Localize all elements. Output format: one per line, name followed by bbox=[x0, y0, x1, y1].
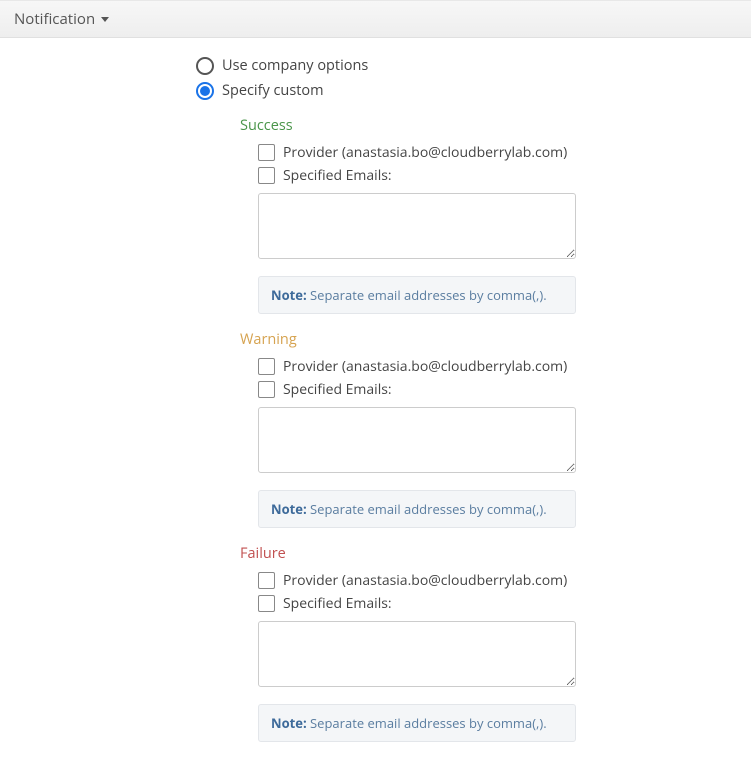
failure-note: Note: Separate email addresses by comma(… bbox=[258, 704, 576, 742]
note-text: Separate email addresses by comma(,). bbox=[310, 500, 547, 518]
checkbox-warning-provider[interactable]: Provider (anastasia.bo@cloudberrylab.com… bbox=[258, 357, 580, 376]
section-success-title: Success bbox=[240, 116, 580, 135]
checkbox-failure-provider-label: Provider (anastasia.bo@cloudberrylab.com… bbox=[283, 571, 567, 590]
checkbox-icon bbox=[258, 167, 275, 184]
section-failure-body: Provider (anastasia.bo@cloudberrylab.com… bbox=[258, 571, 580, 742]
note-label: Note: bbox=[271, 286, 307, 304]
section-warning-body: Provider (anastasia.bo@cloudberrylab.com… bbox=[258, 357, 580, 528]
warning-emails-input[interactable] bbox=[258, 407, 576, 473]
section-failure-title: Failure bbox=[240, 544, 580, 563]
notification-header-title: Notification bbox=[14, 9, 95, 29]
radio-icon bbox=[196, 82, 214, 100]
checkbox-failure-provider[interactable]: Provider (anastasia.bo@cloudberrylab.com… bbox=[258, 571, 580, 590]
checkbox-success-provider-label: Provider (anastasia.bo@cloudberrylab.com… bbox=[283, 143, 567, 162]
checkbox-icon bbox=[258, 595, 275, 612]
checkbox-warning-specified-emails-label: Specified Emails: bbox=[283, 380, 392, 399]
note-text: Separate email addresses by comma(,). bbox=[310, 286, 547, 304]
success-emails-input[interactable] bbox=[258, 193, 576, 259]
note-label: Note: bbox=[271, 500, 307, 518]
checkbox-failure-specified-emails-label: Specified Emails: bbox=[283, 594, 392, 613]
note-text: Separate email addresses by comma(,). bbox=[310, 714, 547, 732]
checkbox-icon bbox=[258, 144, 275, 161]
checkbox-icon bbox=[258, 381, 275, 398]
checkbox-failure-specified-emails[interactable]: Specified Emails: bbox=[258, 594, 580, 613]
note-label: Note: bbox=[271, 714, 307, 732]
checkbox-icon bbox=[258, 358, 275, 375]
warning-note: Note: Separate email addresses by comma(… bbox=[258, 490, 576, 528]
checkbox-warning-specified-emails[interactable]: Specified Emails: bbox=[258, 380, 580, 399]
radio-use-company-options[interactable]: Use company options bbox=[196, 56, 751, 75]
checkbox-success-specified-emails-label: Specified Emails: bbox=[283, 166, 392, 185]
radio-specify-custom[interactable]: Specify custom bbox=[196, 81, 751, 100]
radio-specify-custom-label: Specify custom bbox=[222, 81, 324, 100]
radio-icon bbox=[196, 57, 214, 75]
failure-emails-input[interactable] bbox=[258, 621, 576, 687]
section-success: Success Provider (anastasia.bo@cloudberr… bbox=[240, 116, 580, 314]
section-failure: Failure Provider (anastasia.bo@cloudberr… bbox=[240, 544, 580, 742]
chevron-down-icon bbox=[101, 17, 109, 22]
radio-use-company-label: Use company options bbox=[222, 56, 368, 75]
success-note: Note: Separate email addresses by comma(… bbox=[258, 276, 576, 314]
checkbox-success-provider[interactable]: Provider (anastasia.bo@cloudberrylab.com… bbox=[258, 143, 580, 162]
section-warning: Warning Provider (anastasia.bo@cloudberr… bbox=[240, 330, 580, 528]
checkbox-icon bbox=[258, 572, 275, 589]
checkbox-warning-provider-label: Provider (anastasia.bo@cloudberrylab.com… bbox=[283, 357, 567, 376]
notification-header[interactable]: Notification bbox=[0, 0, 751, 38]
section-success-body: Provider (anastasia.bo@cloudberrylab.com… bbox=[258, 143, 580, 314]
section-warning-title: Warning bbox=[240, 330, 580, 349]
checkbox-success-specified-emails[interactable]: Specified Emails: bbox=[258, 166, 580, 185]
notification-content: Use company options Specify custom Succe… bbox=[0, 38, 751, 766]
